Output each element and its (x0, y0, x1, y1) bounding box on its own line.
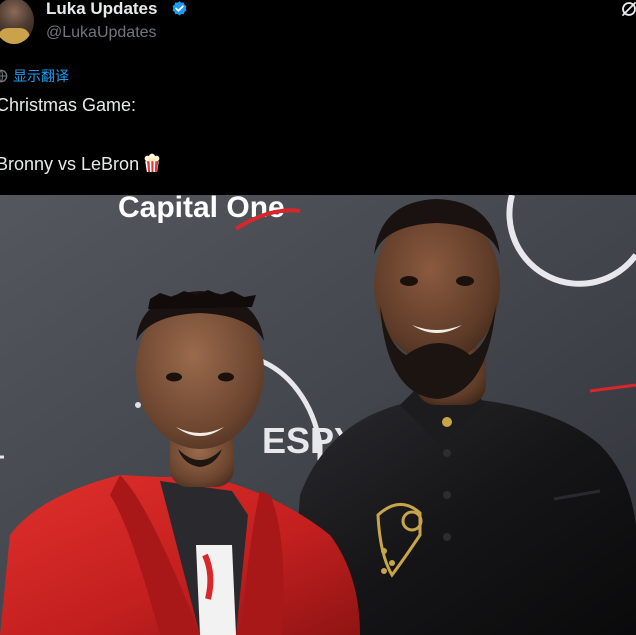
backdrop-logo-text: Capital One (118, 195, 285, 224)
verified-badge-icon (172, 1, 187, 16)
tweet-card: Luka Updates @LukaUpdates 显示翻译 Christmas… (0, 0, 636, 635)
avatar[interactable] (0, 0, 34, 44)
popcorn-icon (144, 153, 160, 172)
tweet-text-line: Bronny vs LeBron (0, 153, 161, 176)
tweet-text-line: Christmas Game: (0, 95, 137, 115)
handle[interactable]: @LukaUpdates (46, 23, 157, 43)
avatar-jersey (0, 28, 30, 44)
translate-label[interactable]: 显示翻译 (13, 66, 69, 86)
translate-link[interactable]: 显示翻译 (0, 66, 69, 86)
tweet-header: Luka Updates @LukaUpdates (0, 0, 636, 50)
display-name[interactable]: Luka Updates (46, 0, 157, 19)
tweet-photo[interactable]: Capital One ESPYS (0, 195, 636, 635)
tweet-text-line-content: Bronny vs LeBron (0, 154, 140, 174)
globe-icon (0, 69, 8, 83)
grok-icon[interactable] (620, 0, 636, 18)
tweet-text: Christmas Game: Bronny vs LeBron (0, 94, 161, 176)
photo-illustration: Capital One ESPYS (0, 195, 636, 635)
